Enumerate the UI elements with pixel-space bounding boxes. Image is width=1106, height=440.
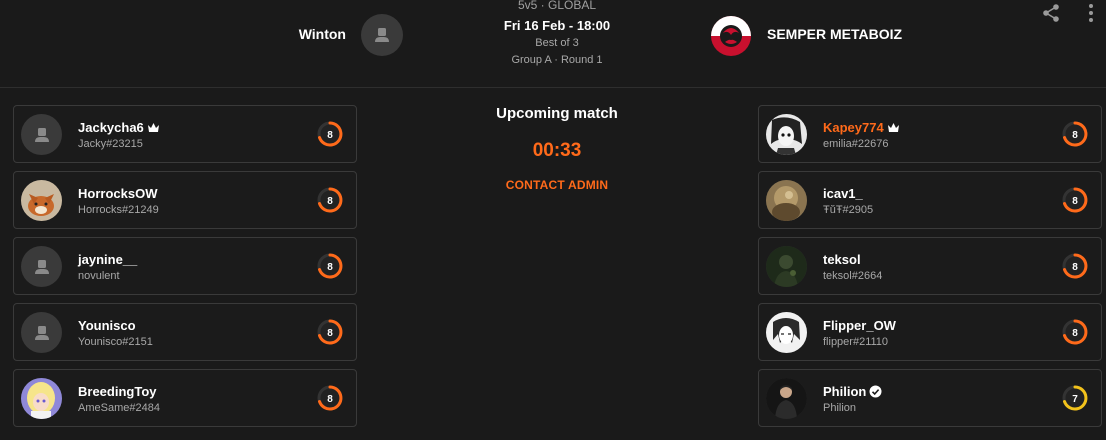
player-avatar[interactable] bbox=[21, 180, 62, 221]
player-avatar[interactable] bbox=[766, 312, 807, 353]
match-group: Group A · Round 1 bbox=[511, 54, 603, 66]
player-avatar[interactable] bbox=[766, 378, 807, 419]
default-user-icon bbox=[375, 28, 389, 42]
team-right-name[interactable]: SEMPER METABOIZ bbox=[767, 26, 902, 42]
player-rating-gauge: 8 bbox=[1061, 186, 1089, 214]
player-name-text: Flipper_OW bbox=[823, 318, 896, 333]
more-options-icon[interactable] bbox=[1082, 2, 1100, 24]
player-battletag: teksol#2664 bbox=[823, 270, 883, 282]
player-name-text: Philion bbox=[823, 384, 867, 399]
player-name-text: HorrocksOW bbox=[78, 186, 158, 201]
svg-text:8: 8 bbox=[327, 196, 333, 207]
match-header: Winton 5v5 · GLOBAL Fri 16 Feb - 18:00 B… bbox=[0, 0, 1106, 88]
player-rating-gauge: 8 bbox=[1061, 318, 1089, 346]
svg-text:8: 8 bbox=[1072, 328, 1078, 339]
player-card[interactable]: BreedingToy AmeSame#2484 8 bbox=[13, 369, 357, 427]
player-name-text: teksol bbox=[823, 252, 861, 267]
player-name[interactable]: BreedingToy bbox=[78, 384, 157, 399]
captain-crown-icon bbox=[147, 123, 159, 132]
player-name-text: BreedingToy bbox=[78, 384, 157, 399]
player-rating-gauge: 8 bbox=[316, 252, 344, 280]
player-avatar[interactable] bbox=[766, 180, 807, 221]
player-avatar[interactable] bbox=[21, 246, 62, 287]
player-card[interactable]: Younisco Younisco#2151 8 bbox=[13, 303, 357, 361]
player-rating-gauge: 8 bbox=[1061, 120, 1089, 148]
player-battletag: ŦŭŦ#2905 bbox=[823, 204, 874, 216]
svg-text:8: 8 bbox=[1072, 196, 1078, 207]
player-name[interactable]: Philion bbox=[823, 384, 882, 399]
share-icon[interactable] bbox=[1040, 2, 1062, 24]
player-name[interactable]: HorrocksOW bbox=[78, 186, 157, 201]
semper-metaboiz-logo-icon bbox=[711, 16, 751, 56]
player-name[interactable]: icav1_ bbox=[823, 186, 863, 201]
player-name-text: icav1_ bbox=[823, 186, 863, 201]
svg-text:7: 7 bbox=[1072, 394, 1078, 405]
match-date: Fri 16 Feb - 18:00 bbox=[503, 18, 611, 33]
player-name[interactable]: Jackycha6 bbox=[78, 120, 160, 135]
player-name[interactable]: jaynine__ bbox=[78, 252, 137, 267]
svg-text:8: 8 bbox=[327, 328, 333, 339]
player-rating-gauge: 7 bbox=[1061, 384, 1089, 412]
svg-text:8: 8 bbox=[1072, 130, 1078, 141]
verified-icon bbox=[869, 385, 882, 398]
player-rating-gauge: 8 bbox=[316, 318, 344, 346]
player-card[interactable]: HorrocksOW Horrocks#21249 8 bbox=[13, 171, 357, 229]
match-status-panel: Upcoming match 00:33 CONTACT ADMIN bbox=[457, 105, 657, 192]
team-right-logo[interactable] bbox=[710, 15, 752, 57]
team-right-roster: Kapey774 emilia#22676 8 icav1_ ŦŭŦ#2905 8 teks… bbox=[758, 105, 1102, 435]
player-rating-gauge: 8 bbox=[316, 384, 344, 412]
player-battletag: AmeSame#2484 bbox=[78, 402, 160, 414]
player-avatar[interactable] bbox=[766, 246, 807, 287]
player-battletag: flipper#21110 bbox=[823, 336, 889, 348]
player-name[interactable]: Flipper_OW bbox=[823, 318, 896, 333]
player-name-text: jaynine__ bbox=[78, 252, 138, 267]
player-avatar[interactable] bbox=[21, 114, 62, 155]
svg-text:8: 8 bbox=[327, 394, 333, 405]
player-battletag: Jacky#23215 bbox=[78, 138, 143, 150]
player-battletag: Horrocks#21249 bbox=[78, 204, 159, 216]
team-left-roster: Jackycha6 Jacky#23215 8 HorrocksOW Horrocks#… bbox=[13, 105, 357, 435]
team-left-name[interactable]: Winton bbox=[250, 26, 346, 42]
player-battletag: Younisco#2151 bbox=[78, 336, 153, 348]
player-name[interactable]: Younisco bbox=[78, 318, 136, 333]
team-left-logo[interactable] bbox=[361, 14, 403, 56]
player-card[interactable]: teksol teksol#2664 8 bbox=[758, 237, 1102, 295]
player-card[interactable]: jaynine__ novulent 8 bbox=[13, 237, 357, 295]
player-avatar[interactable] bbox=[766, 114, 807, 155]
player-battletag: emilia#22676 bbox=[823, 138, 889, 150]
match-format: Best of 3 bbox=[535, 37, 579, 49]
player-card[interactable]: Jackycha6 Jacky#23215 8 bbox=[13, 105, 357, 163]
svg-text:8: 8 bbox=[327, 130, 333, 141]
player-avatar[interactable] bbox=[21, 378, 62, 419]
player-rating-gauge: 8 bbox=[316, 186, 344, 214]
player-name-text: Jackycha6 bbox=[78, 120, 144, 135]
contact-admin-button[interactable]: CONTACT ADMIN bbox=[457, 178, 657, 192]
svg-text:8: 8 bbox=[1072, 262, 1078, 273]
match-info: 5v5 · GLOBAL Fri 16 Feb - 18:00 Best of … bbox=[457, 0, 657, 68]
countdown-timer: 00:33 bbox=[532, 140, 582, 161]
player-rating-gauge: 8 bbox=[1061, 252, 1089, 280]
player-avatar[interactable] bbox=[21, 312, 62, 353]
player-name[interactable]: teksol bbox=[823, 252, 861, 267]
player-rating-gauge: 8 bbox=[316, 120, 344, 148]
player-name-text: Younisco bbox=[78, 318, 136, 333]
captain-crown-icon bbox=[887, 123, 899, 132]
player-name-text: Kapey774 bbox=[823, 120, 884, 135]
svg-text:8: 8 bbox=[327, 262, 333, 273]
player-card[interactable]: Kapey774 emilia#22676 8 bbox=[758, 105, 1102, 163]
player-card[interactable]: Philion Philion 7 bbox=[758, 369, 1102, 427]
match-mode: 5v5 · GLOBAL bbox=[517, 0, 597, 12]
player-card[interactable]: icav1_ ŦŭŦ#2905 8 bbox=[758, 171, 1102, 229]
player-name[interactable]: Kapey774 bbox=[823, 120, 900, 135]
player-battletag: novulent bbox=[78, 270, 120, 282]
player-card[interactable]: Flipper_OW flipper#21110 8 bbox=[758, 303, 1102, 361]
match-status: Upcoming match bbox=[496, 105, 618, 122]
player-battletag: Philion bbox=[823, 402, 857, 414]
